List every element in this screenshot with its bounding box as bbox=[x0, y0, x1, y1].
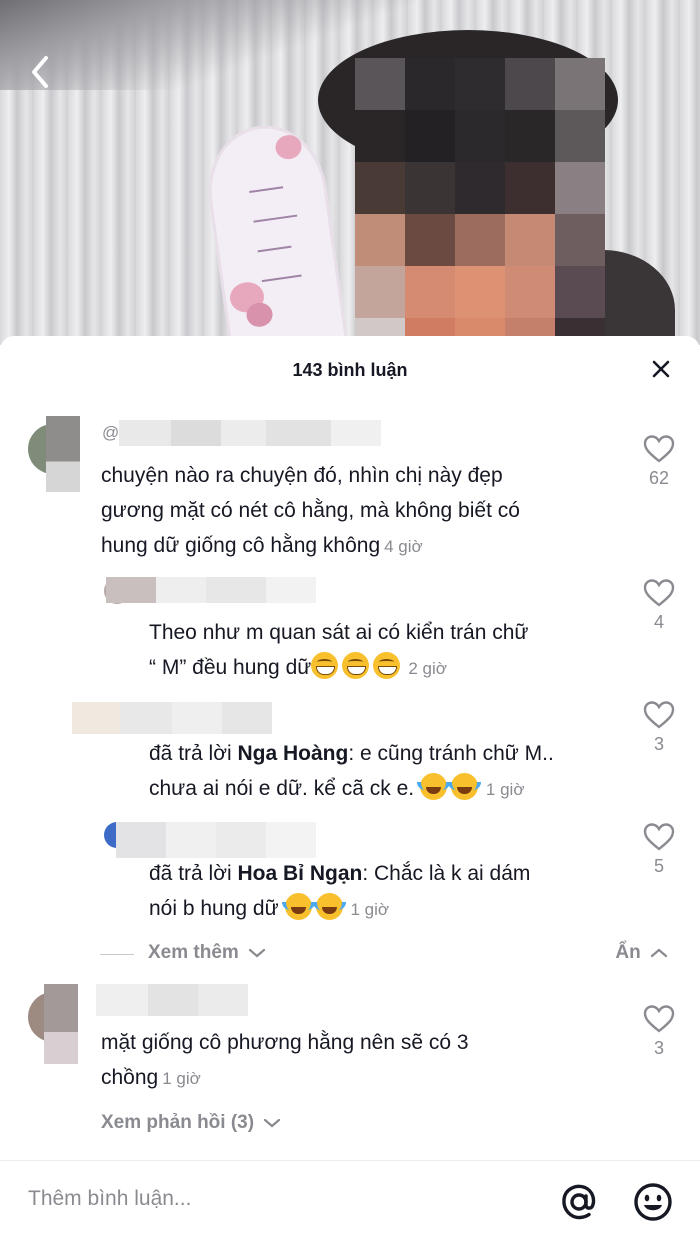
reply-to-name: Hoa Bỉ Ngạn bbox=[237, 862, 363, 885]
tears-of-joy-emoji bbox=[447, 773, 481, 800]
chevron-down-icon bbox=[248, 948, 266, 958]
at-sign-icon bbox=[562, 1184, 596, 1220]
avatar-blur bbox=[44, 984, 78, 1064]
handle-prefix: @ bbox=[102, 423, 120, 442]
like-button[interactable]: 62 bbox=[634, 434, 684, 489]
heart-outline-icon bbox=[643, 1005, 675, 1033]
comment-text: chuyện nào ra chuyện đó, nhìn chị này đẹ… bbox=[101, 464, 520, 557]
chevron-left-icon bbox=[32, 56, 48, 88]
username-blurred[interactable] bbox=[106, 577, 316, 603]
smiley-icon bbox=[634, 1183, 672, 1221]
emoji-button[interactable] bbox=[632, 1181, 674, 1223]
comment-input[interactable]: Thêm bình luận... bbox=[28, 1187, 191, 1211]
reply-to-name: Nga Hoàng bbox=[237, 742, 349, 765]
comment-time: 1 giờ bbox=[162, 1069, 201, 1088]
grin-emoji bbox=[311, 652, 339, 679]
tears-of-joy-emoji bbox=[312, 893, 346, 920]
like-count: 3 bbox=[653, 734, 664, 754]
comment-time: 1 giờ bbox=[350, 900, 390, 919]
avatar-blur bbox=[46, 416, 80, 492]
like-count: 5 bbox=[653, 856, 664, 876]
comments-header: 143 bình luận bbox=[0, 336, 700, 402]
like-button[interactable]: 3 bbox=[634, 700, 684, 755]
username-blurred[interactable]: @ bbox=[102, 420, 382, 446]
pixelated-face bbox=[355, 58, 605, 345]
back-button[interactable] bbox=[24, 52, 56, 92]
chevron-up-icon bbox=[650, 948, 668, 958]
like-button[interactable]: 5 bbox=[634, 822, 684, 877]
tears-of-joy-emoji bbox=[281, 893, 315, 920]
close-icon bbox=[652, 360, 670, 378]
like-count: 3 bbox=[653, 1038, 664, 1058]
comment-time: 1 giờ bbox=[485, 780, 525, 799]
video-background bbox=[0, 0, 700, 345]
like-count: 62 bbox=[648, 468, 670, 488]
like-button[interactable]: 4 bbox=[634, 578, 684, 633]
hide-button[interactable]: Ẩn bbox=[615, 942, 668, 964]
comments-sheet: 143 bình luận @ chuyện nào ra chuyện đó,… bbox=[0, 336, 700, 1244]
mention-button[interactable] bbox=[558, 1181, 600, 1223]
thread-controls: Xem thêm Ẩn bbox=[100, 940, 680, 970]
divider bbox=[100, 954, 134, 955]
heart-outline-icon bbox=[643, 701, 675, 729]
like-button[interactable]: 3 bbox=[634, 1004, 684, 1059]
wedding-sign bbox=[203, 121, 345, 345]
see-more-button[interactable]: Xem thêm bbox=[148, 942, 266, 964]
grin-emoji bbox=[373, 652, 401, 679]
comment-input-bar: Thêm bình luận... bbox=[0, 1160, 700, 1245]
tears-of-joy-emoji bbox=[416, 773, 450, 800]
comment-text: mặt giống cô phương hằng nên sẽ có 3 chồ… bbox=[101, 1031, 469, 1089]
comment-time: 2 giờ bbox=[408, 659, 447, 678]
close-button[interactable] bbox=[650, 358, 672, 380]
like-count: 4 bbox=[653, 612, 664, 632]
comments-count-title: 143 bình luận bbox=[292, 360, 408, 380]
comment-text: đã trả lời Hoa Bỉ Ngạn: Chắc là k ai dám… bbox=[149, 862, 531, 920]
username-blurred[interactable] bbox=[96, 984, 248, 1016]
comment-time: 4 giờ bbox=[384, 537, 423, 556]
comment-text: đã trả lời Nga Hoàng: e cũng tránh chữ M… bbox=[149, 742, 554, 800]
heart-outline-icon bbox=[643, 579, 675, 607]
username-blurred[interactable] bbox=[72, 702, 272, 734]
view-replies-button[interactable]: Xem phản hồi (3) bbox=[101, 1112, 281, 1134]
heart-outline-icon bbox=[643, 823, 675, 851]
chevron-down-icon bbox=[264, 1118, 281, 1128]
comment-text: Theo như m quan sát ai có kiển trán chữ … bbox=[149, 621, 529, 679]
username-blurred[interactable] bbox=[116, 822, 316, 858]
grin-emoji bbox=[342, 652, 370, 679]
heart-outline-icon bbox=[643, 435, 675, 463]
